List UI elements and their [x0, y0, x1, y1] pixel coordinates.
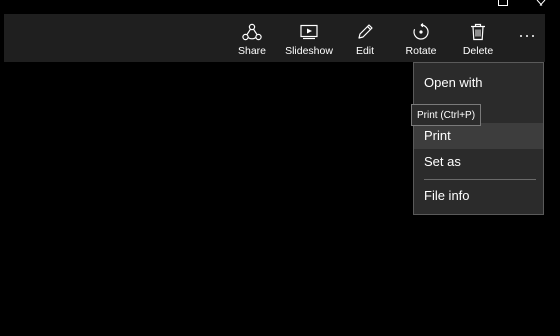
slideshow-label: Slideshow [285, 45, 333, 57]
menu-item-set-as[interactable]: Set as [414, 149, 543, 175]
edit-button[interactable]: Edit [352, 14, 378, 62]
more-options-menu: Open with Print Set as File info [413, 62, 544, 215]
rotate-label: Rotate [405, 45, 437, 57]
maximize-button[interactable] [484, 0, 522, 6]
title-bar-controls [484, 0, 560, 6]
rotate-icon [410, 22, 432, 42]
rotate-button[interactable]: Rotate [402, 14, 440, 62]
photos-app-window: Share Slideshow Edit Rotate Delete Open … [0, 0, 560, 336]
maximize-icon [498, 0, 508, 6]
share-icon [241, 22, 263, 42]
menu-divider [424, 179, 536, 180]
close-button[interactable] [522, 0, 560, 6]
share-label: Share [237, 45, 267, 57]
trash-icon [467, 22, 489, 42]
delete-button[interactable]: Delete [462, 14, 494, 62]
edit-label: Edit [355, 45, 375, 57]
delete-label: Delete [462, 45, 494, 57]
menu-item-file-info[interactable]: File info [414, 183, 543, 209]
menu-item-open-with[interactable]: Open with [414, 70, 543, 96]
slideshow-button[interactable]: Slideshow [284, 14, 334, 62]
slideshow-icon [298, 22, 320, 42]
pencil-icon [354, 22, 376, 42]
share-button[interactable]: Share [234, 14, 270, 62]
more-icon [516, 26, 538, 46]
close-icon [536, 0, 546, 6]
toolbar: Share Slideshow Edit Rotate Delete [4, 14, 545, 62]
print-tooltip: Print (Ctrl+P) [411, 104, 482, 126]
more-options-button[interactable] [512, 14, 542, 62]
